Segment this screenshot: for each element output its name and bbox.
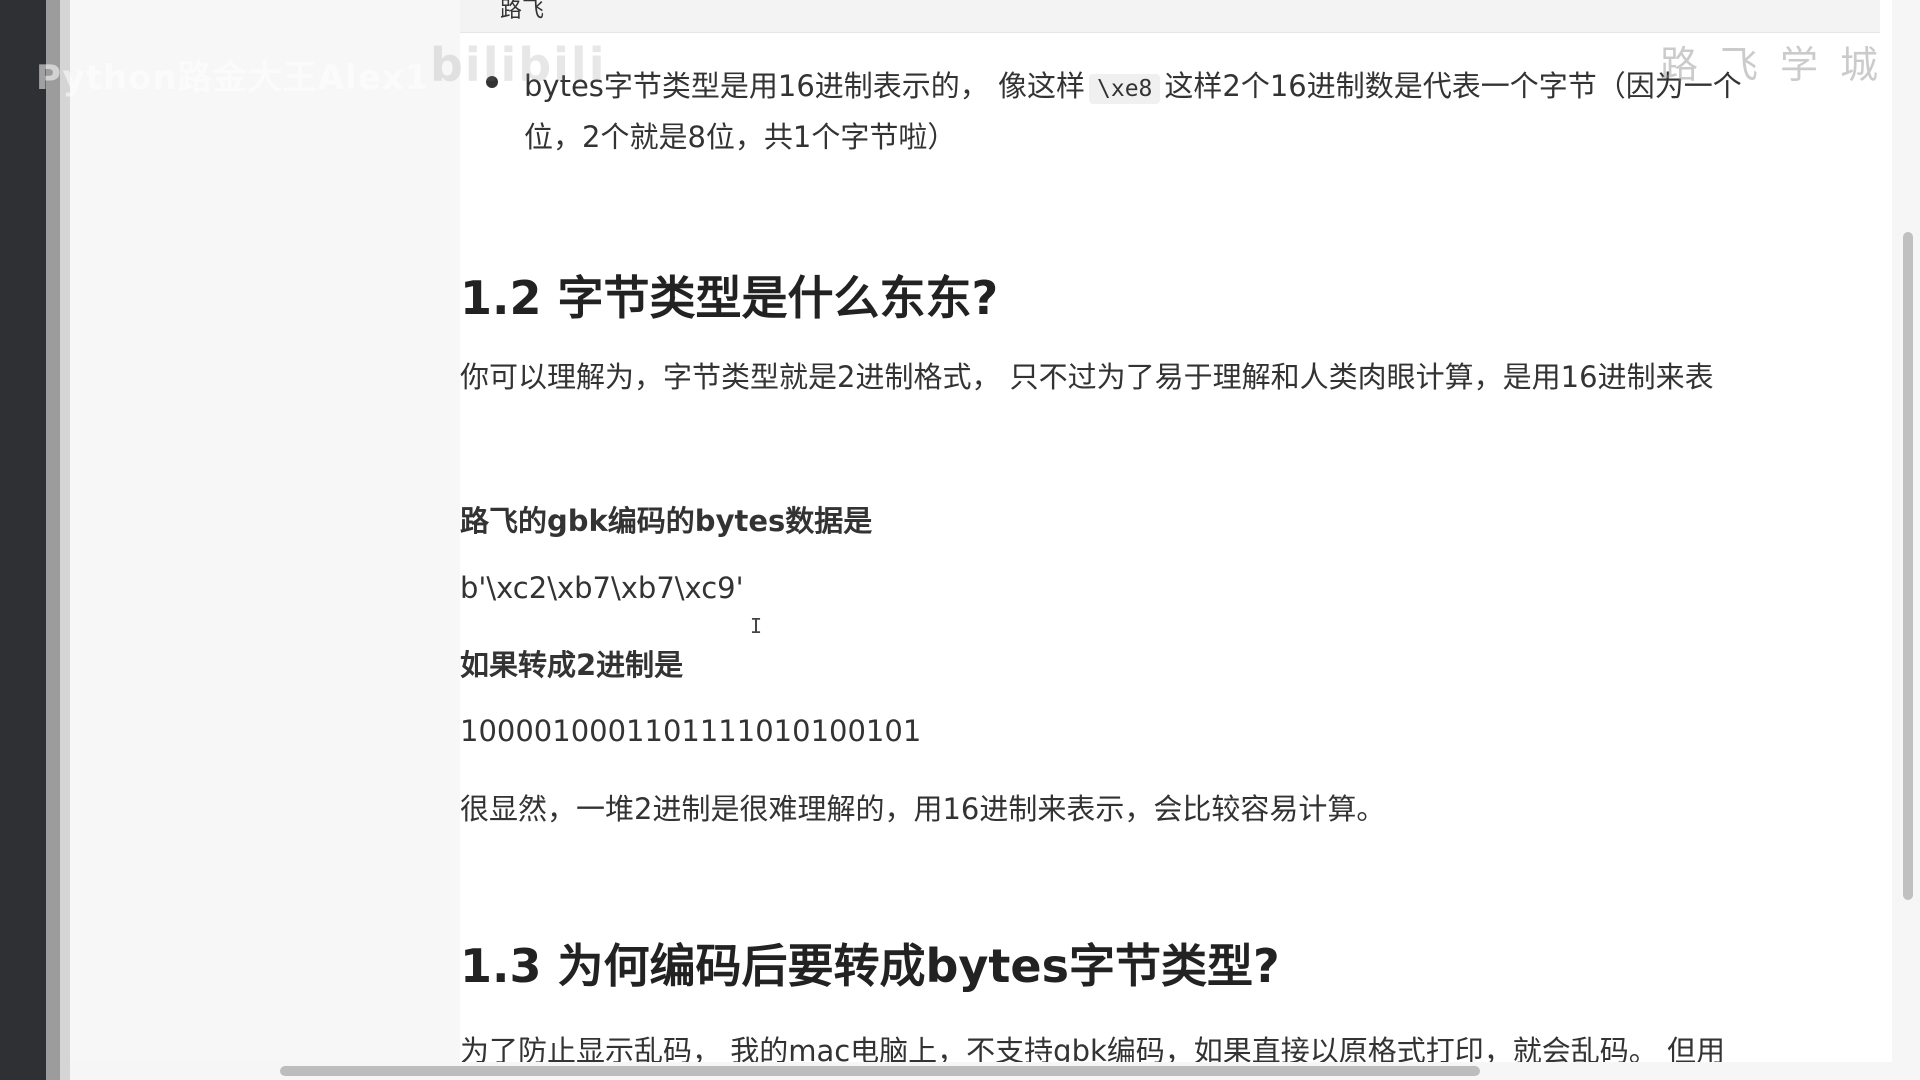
watermark-logo: bilibili xyxy=(430,38,607,92)
heading-1-3: 1.3 为何编码后要转成bytes字节类型? xyxy=(460,939,1280,993)
window-edge-light xyxy=(60,0,70,1080)
bullet-text-before: bytes字节类型是用16进制表示的， 像这样 xyxy=(524,69,1086,103)
binary-label: 如果转成2进制是 xyxy=(460,648,684,682)
heading-1-2: 1.2 字节类型是什么东东? xyxy=(460,271,999,325)
horizontal-scrollbar-thumb[interactable] xyxy=(280,1066,1480,1076)
bullet-line-2: 位，2个就是8位，共1个字节啦） xyxy=(524,120,957,154)
document-content: bytes字节类型是用16进制表示的， 像这样 \xe8 这样2个16进制数是代表一… xyxy=(460,0,1880,1080)
binary-value: 100001000110111101010010​1 xyxy=(460,714,922,748)
paragraph-intro: 你可以理解为，字节类型就是2进制格式， 只不过为了易于理解和人类肉眼计算，是用1… xyxy=(460,360,1714,394)
window-edge-mid xyxy=(46,0,60,1080)
gbk-label: 路飞的gbk编码的bytes数据是 xyxy=(460,504,873,538)
gbk-value: b'\xc2\xb7\xb7\xc9' xyxy=(460,571,744,605)
watermark-brand: 路飞学城 xyxy=(1660,43,1901,87)
bullet-text-after: 这样2个16进制数是代表一个字节（因为一个 xyxy=(1164,69,1742,103)
sidebar-pane xyxy=(70,0,460,1080)
vertical-scrollbar-thumb[interactable] xyxy=(1903,232,1913,900)
watermark-channel: Python路金大王Alex1 xyxy=(36,58,430,98)
inline-code: \xe8 xyxy=(1089,74,1161,104)
conclusion-text: 很显然，一堆2进制是很难理解的，用16进制来表示，会比较容易计算。 xyxy=(460,792,1386,826)
window-edge-dark xyxy=(0,0,46,1080)
text-cursor-icon: I xyxy=(750,614,763,638)
